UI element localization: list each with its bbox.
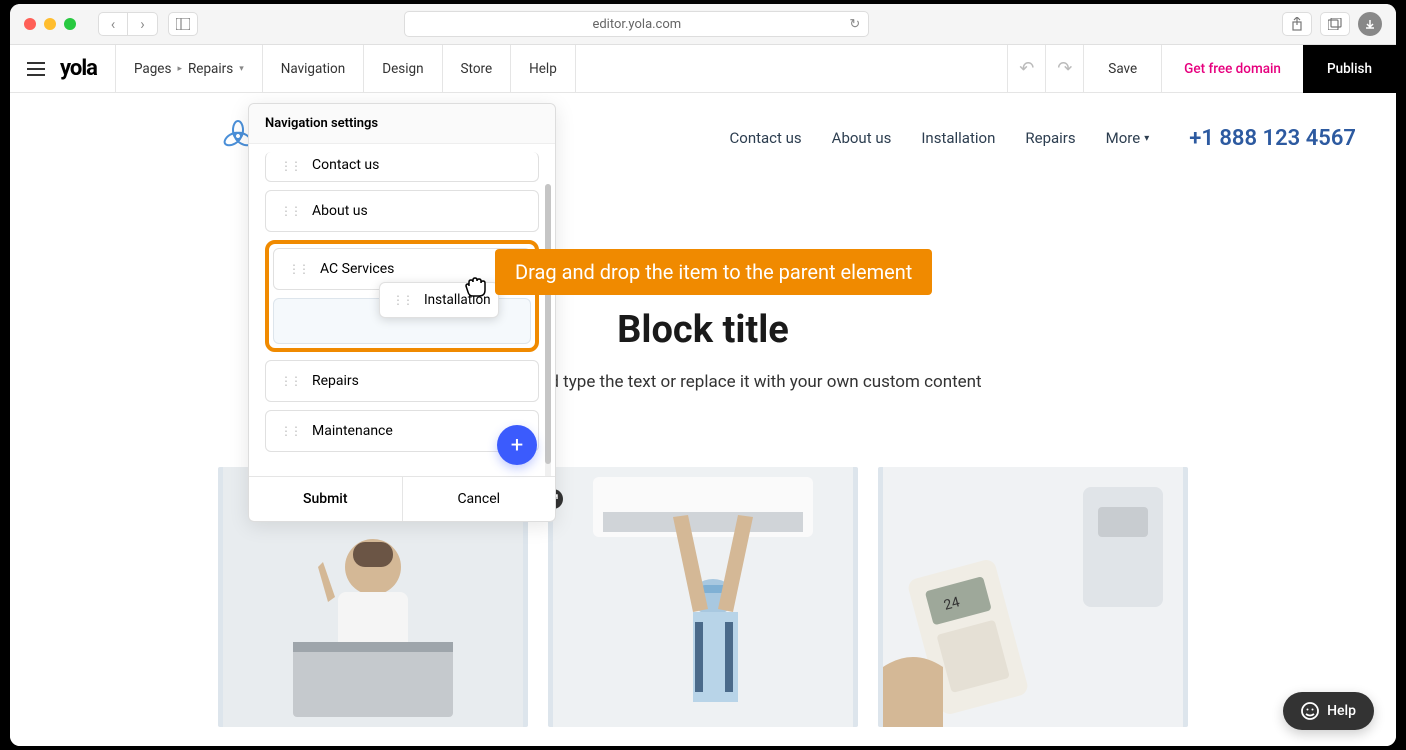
image-card-3[interactable]: 24 [878, 467, 1188, 727]
share-button[interactable] [1282, 12, 1312, 36]
toolbar-right: ↶ ↷ Save Get free domain Publish [1007, 45, 1396, 92]
drag-handle-icon: ⋮⋮ [392, 293, 412, 307]
tabs-icon [1328, 18, 1342, 30]
chevron-down-icon: ▾ [1144, 133, 1149, 144]
get-domain-button[interactable]: Get free domain [1161, 45, 1303, 93]
remote-control-illustration: 24 [878, 467, 1188, 727]
nav-item-about[interactable]: ⋮⋮ About us [265, 190, 539, 232]
close-window-icon[interactable] [24, 18, 36, 30]
nav-installation[interactable]: Installation [921, 129, 995, 147]
nav-contact[interactable]: Contact us [730, 129, 802, 147]
redo-button[interactable]: ↷ [1045, 45, 1083, 93]
nav-item-label: AC Services [320, 261, 394, 277]
help-label: Help [1327, 703, 1356, 719]
nav-item-label: About us [312, 203, 368, 219]
maximize-window-icon[interactable] [64, 18, 76, 30]
refresh-icon[interactable]: ↻ [849, 17, 860, 32]
nav-more[interactable]: More ▾ [1106, 129, 1150, 147]
hamburger-icon [27, 62, 45, 76]
ac-install-illustration [548, 467, 858, 727]
downloads-button[interactable] [1358, 12, 1382, 36]
nav-item-repairs[interactable]: ⋮⋮ Repairs [265, 360, 539, 402]
pages-tab[interactable]: Pages ▸ Repairs ▾ [115, 45, 263, 92]
minimize-window-icon[interactable] [44, 18, 56, 30]
nav-about[interactable]: About us [832, 129, 892, 147]
save-button[interactable]: Save [1083, 45, 1161, 93]
add-item-button[interactable]: + [497, 425, 537, 465]
scrollbar-thumb[interactable] [545, 184, 551, 464]
url-text: editor.yola.com [592, 17, 681, 32]
site-header: Contact us About us Installation Repairs… [10, 93, 1396, 183]
nav-item-contact[interactable]: ⋮⋮ Contact us [265, 152, 539, 182]
site-navigation: Contact us About us Installation Repairs… [730, 129, 1150, 147]
panel-title: Navigation settings [249, 104, 555, 144]
undo-button[interactable]: ↶ [1007, 45, 1045, 93]
image-card-2[interactable] [548, 467, 858, 727]
chat-icon [1301, 702, 1319, 720]
browser-window: ‹ › editor.yola.com ↻ yola Pages ▸ Repai… [10, 4, 1396, 746]
menu-button[interactable] [20, 45, 52, 93]
phone-number[interactable]: +1 888 123 4567 [1189, 126, 1356, 151]
share-icon [1291, 17, 1303, 31]
drag-handle-icon[interactable]: ⋮⋮ [280, 424, 300, 438]
drag-handle-icon[interactable]: ⋮⋮ [280, 204, 300, 218]
help-bubble[interactable]: Help [1283, 692, 1374, 730]
editor-canvas: Contact us About us Installation Repairs… [10, 93, 1396, 746]
browser-right-buttons [1282, 12, 1382, 36]
drag-handle-icon[interactable]: ⋮⋮ [280, 374, 300, 388]
pages-label: Pages [134, 61, 172, 77]
navigation-tab[interactable]: Navigation [263, 45, 364, 92]
sidebar-icon [176, 18, 190, 30]
nav-item-label: Contact us [312, 157, 379, 173]
cancel-button[interactable]: Cancel [403, 477, 556, 521]
nav-item-label: Maintenance [312, 423, 393, 439]
main-tabs: Pages ▸ Repairs ▾ Navigation Design Stor… [115, 45, 576, 92]
grab-cursor-icon [461, 272, 489, 304]
pages-sub-label: Repairs [188, 61, 233, 77]
download-icon [1365, 19, 1375, 29]
instruction-tooltip: Drag and drop the item to the parent ele… [495, 249, 932, 295]
browser-chrome: ‹ › editor.yola.com ↻ [10, 4, 1396, 45]
chevron-down-icon: ▾ [239, 64, 244, 74]
drag-handle-icon[interactable]: ⋮⋮ [288, 262, 308, 276]
traffic-lights [24, 18, 76, 30]
store-tab[interactable]: Store [443, 45, 512, 92]
nav-repairs[interactable]: Repairs [1025, 129, 1075, 147]
sidebar-toggle-button[interactable] [168, 12, 198, 36]
submit-button[interactable]: Submit [249, 477, 403, 521]
forward-button[interactable]: › [128, 12, 158, 36]
help-tab[interactable]: Help [511, 45, 576, 92]
url-bar[interactable]: editor.yola.com ↻ [404, 11, 869, 37]
app-toolbar: yola Pages ▸ Repairs ▾ Navigation Design… [10, 45, 1396, 93]
navigation-settings-panel: Navigation settings ⋮⋮ Contact us ⋮⋮ Abo… [248, 103, 556, 522]
tabs-button[interactable] [1320, 12, 1350, 36]
panel-footer: Submit Cancel [249, 476, 555, 521]
design-tab[interactable]: Design [364, 45, 442, 92]
drag-handle-icon[interactable]: ⋮⋮ [280, 159, 300, 173]
yola-logo: yola [60, 56, 97, 81]
nav-item-label: Repairs [312, 373, 359, 389]
nav-buttons-group: ‹ › [98, 12, 158, 36]
publish-button[interactable]: Publish [1303, 45, 1396, 93]
chevron-right-icon: ▸ [177, 64, 182, 74]
back-button[interactable]: ‹ [98, 12, 128, 36]
scrollbar-track [545, 184, 551, 476]
